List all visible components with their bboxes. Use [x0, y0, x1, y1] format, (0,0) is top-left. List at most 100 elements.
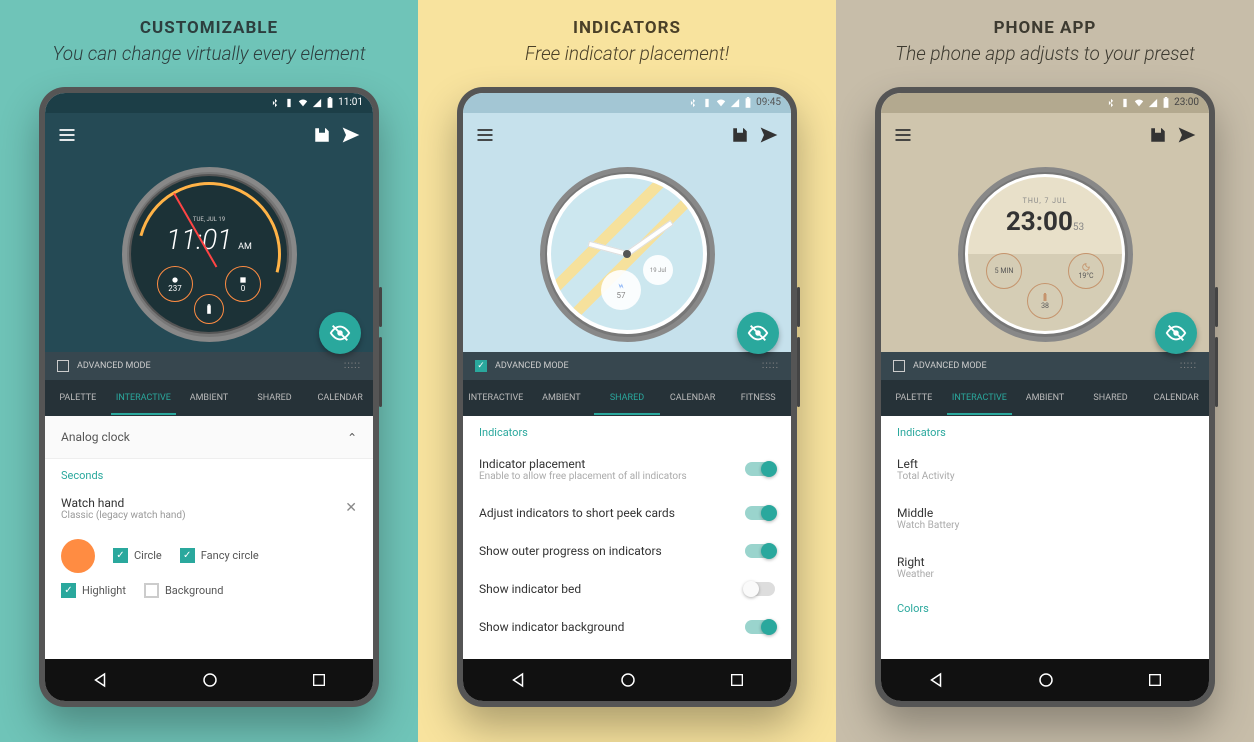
phone-screen: 23:00 THU, 7 JUL 23:0053 5 MIN — [881, 93, 1209, 701]
close-icon[interactable]: ✕ — [345, 500, 357, 516]
tab-calendar[interactable]: CALENDAR — [660, 381, 726, 415]
nav-home-icon[interactable] — [619, 671, 637, 689]
tab-interactive[interactable]: INTERACTIVE — [947, 381, 1013, 415]
nav-back-icon[interactable] — [509, 671, 527, 689]
menu-icon[interactable] — [475, 125, 495, 145]
bubble-value: 57 — [617, 291, 626, 300]
bluetooth-icon — [688, 98, 698, 108]
mode-bar: ADVANCED MODE ::::: — [463, 352, 791, 380]
drag-handle-icon[interactable]: ::::: — [344, 360, 361, 371]
setting-right-indicator[interactable]: RightWeather — [881, 543, 1209, 592]
menu-icon[interactable] — [57, 125, 77, 145]
save-icon[interactable] — [1149, 126, 1167, 144]
drag-handle-icon[interactable]: ::::: — [762, 360, 779, 371]
setting-left-indicator[interactable]: LeftTotal Activity — [881, 445, 1209, 494]
nav-recent-icon[interactable] — [1147, 672, 1163, 688]
nav-home-icon[interactable] — [1037, 671, 1055, 689]
tab-shared[interactable]: SHARED — [594, 381, 660, 415]
promo-panel-indicators: INDICATORS Free indicator placement! 09:… — [418, 0, 836, 742]
tab-calendar[interactable]: CALENDAR — [1143, 381, 1209, 415]
nav-back-icon[interactable] — [91, 671, 109, 689]
android-nav-bar — [881, 659, 1209, 701]
setting-indicator-bed[interactable]: Show indicator bed — [463, 570, 791, 608]
switch-toggle[interactable] — [745, 506, 775, 520]
visibility-fab[interactable] — [1155, 312, 1197, 354]
watch-indicator-bottom — [194, 294, 224, 324]
nav-recent-icon[interactable] — [311, 672, 327, 688]
setting-outer-progress[interactable]: Show outer progress on indicators — [463, 532, 791, 570]
save-icon[interactable] — [731, 126, 749, 144]
watch-indicator-left: 237 — [157, 266, 193, 302]
app-toolbar — [463, 113, 791, 157]
mode-bar: ADVANCED MODE ::::: — [45, 352, 373, 380]
checkbox-fancy-circle[interactable]: Fancy circle — [180, 548, 259, 563]
tab-ambient[interactable]: AMBIENT — [1012, 381, 1078, 415]
menu-icon[interactable] — [893, 125, 913, 145]
wifi-icon — [298, 98, 308, 108]
panel-title: INDICATORS — [573, 18, 681, 38]
eye-off-icon — [329, 322, 351, 344]
tab-fitness[interactable]: FITNESS — [725, 381, 791, 415]
signal-icon — [730, 98, 740, 108]
section-label-seconds: Seconds — [45, 459, 373, 488]
switch-toggle[interactable] — [745, 462, 775, 476]
switch-toggle[interactable] — [745, 582, 775, 596]
tab-calendar[interactable]: CALENDAR — [307, 381, 373, 415]
send-icon[interactable] — [1177, 125, 1197, 145]
checkbox-circle[interactable]: Circle — [113, 548, 162, 563]
setting-middle-indicator[interactable]: MiddleWatch Battery — [881, 494, 1209, 543]
checkbox-highlight[interactable]: Highlight — [61, 583, 126, 598]
tab-palette[interactable]: PALETTE — [881, 381, 947, 415]
nav-home-icon[interactable] — [201, 671, 219, 689]
tab-shared[interactable]: SHARED — [1078, 381, 1144, 415]
advanced-mode-checkbox[interactable] — [57, 360, 69, 372]
phone-screen: 11:01 TUE, JUL 19 11:01 AM — [45, 93, 373, 701]
drag-handle-icon[interactable]: ::::: — [1180, 360, 1197, 371]
advanced-mode-checkbox[interactable] — [893, 360, 905, 372]
eye-off-icon — [747, 322, 769, 344]
watch-face: TUE, JUL 19 11:01 AM 237 0 — [129, 174, 289, 334]
setting-indicator-placement[interactable]: Indicator placementEnable to allow free … — [463, 445, 791, 494]
tab-shared[interactable]: SHARED — [242, 381, 308, 415]
watch-hand-setting[interactable]: Watch hand Classic (legacy watch hand) ✕ — [45, 488, 373, 529]
section-label-indicators: Indicators — [881, 416, 1209, 445]
nav-back-icon[interactable] — [927, 671, 945, 689]
eye-off-icon — [1165, 322, 1187, 344]
watch-indicator-right: 19°C — [1068, 253, 1104, 289]
analog-clock-expander[interactable]: Analog clock ⌄ — [45, 416, 373, 459]
switch-toggle[interactable] — [745, 620, 775, 634]
checkbox-background[interactable]: Background — [144, 583, 223, 598]
send-icon[interactable] — [341, 125, 361, 145]
status-time: 23:00 — [1174, 97, 1199, 108]
phone-mockup: 09:45 57 — [457, 87, 797, 707]
color-swatch[interactable] — [61, 539, 95, 573]
settings-content: Indicators LeftTotal Activity MiddleWatc… — [881, 416, 1209, 659]
watch-indicator-bubble[interactable]: 57 — [601, 270, 641, 310]
android-nav-bar — [463, 659, 791, 701]
signal-icon — [1148, 98, 1158, 108]
watch-date: TUE, JUL 19 — [131, 216, 287, 223]
tab-bar: PALETTE INTERACTIVE AMBIENT SHARED CALEN… — [45, 380, 373, 416]
switch-toggle[interactable] — [745, 544, 775, 558]
save-icon[interactable] — [313, 126, 331, 144]
advanced-mode-checkbox[interactable] — [475, 360, 487, 372]
setting-adjust-peek[interactable]: Adjust indicators to short peek cards — [463, 494, 791, 532]
tab-ambient[interactable]: AMBIENT — [529, 381, 595, 415]
tab-interactive[interactable]: INTERACTIVE — [463, 381, 529, 415]
visibility-fab[interactable] — [737, 312, 779, 354]
tab-interactive[interactable]: INTERACTIVE — [111, 381, 177, 415]
tab-palette[interactable]: PALETTE — [45, 381, 111, 415]
watch-preview: 57 19 Jul — [463, 157, 791, 352]
watch-indicator-date[interactable]: 19 Jul — [643, 255, 673, 285]
phone-power-button — [797, 287, 800, 327]
android-nav-bar — [45, 659, 373, 701]
watch-ampm: AM — [238, 242, 252, 252]
tab-ambient[interactable]: AMBIENT — [176, 381, 242, 415]
nav-recent-icon[interactable] — [729, 672, 745, 688]
setting-indicator-background[interactable]: Show indicator background — [463, 608, 791, 646]
promo-panel-phone-app: PHONE APP The phone app adjusts to your … — [836, 0, 1254, 742]
visibility-fab[interactable] — [319, 312, 361, 354]
phone-volume-button — [379, 337, 382, 407]
send-icon[interactable] — [759, 125, 779, 145]
promo-panel-customizable: CUSTOMIZABLE You can change virtually ev… — [0, 0, 418, 742]
